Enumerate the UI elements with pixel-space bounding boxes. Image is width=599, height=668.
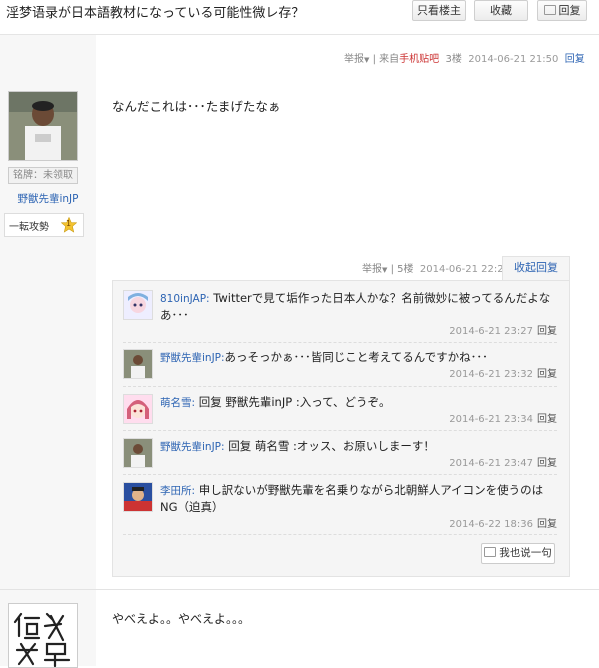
post-content: やべえよ。。やべえよ。。。 [112,612,251,626]
comment-reply-link[interactable]: 回复 [537,458,557,469]
nameplate-badge[interactable]: 铭牌：未领取 [8,167,78,184]
comment-text: 回复 野獣先輩inJP :入って、どうぞ。 [198,395,391,409]
comment-date: 2014-6-21 23:27 [449,326,533,337]
reply-button[interactable]: 回复 [537,0,587,21]
level-title: 一転攻勢 [9,222,49,233]
comment-text: あっそっかぁ･･･皆同じこと考えてるんですかね･･･ [224,350,488,364]
list-item: 萌名雪: 回复 野獣先輩inJP :入って、どうぞ。 2014-6-21 23:… [123,394,557,426]
post-meta: 举报▼ | 来自手机贴吧 3楼 2014-06-21 21:50 回复 [344,50,585,65]
comment-text: Twitterで見て垢作った日本人かな？名前微妙に被ってるんだよなあ･･･ [160,291,551,322]
comment-user-link[interactable]: 李田所: [160,485,195,497]
list-item: 野獣先輩inJP:あっそっかぁ･･･皆同じこと考えてるんですかね･･･ 2014… [123,349,557,381]
comment-user-link[interactable]: 野獣先輩inJP: [160,352,225,364]
floor-separator: | [390,264,394,275]
collapse-replies-tab[interactable]: 收起回复 [502,256,570,281]
source-link[interactable]: 手机贴吧 [399,54,439,65]
comment-avatar[interactable] [123,349,153,379]
comment-user-link[interactable]: 野獣先輩inJP: [160,441,225,453]
page-header: 淫梦语录が日本語教材になっている可能性微レ存？ 只看楼主 收藏 回复 [0,0,599,35]
comment-date: 2014-6-21 23:32 [449,369,533,380]
comment-avatar[interactable] [123,394,153,424]
list-item: 810inJAP: Twitterで見て垢作った日本人かな？名前微妙に被ってるん… [123,290,557,338]
post-reply-link[interactable]: 回复 [565,54,585,65]
list-item: 李田所: 申し訳ないが野獣先輩を名乗りながら北朝鮮人アイコンを使うのはNG（迫真… [123,482,557,530]
comment-text: 回复 萌名雪 :オッス、お原いしまーす！ [228,439,435,453]
favorite-button[interactable]: 收藏 [474,0,528,21]
post-meta: 举报▼ | 5楼 2014-06-21 22:22 [362,260,510,275]
page-title: 淫梦语录が日本語教材になっている可能性微レ存？ [6,6,305,21]
avatar[interactable] [8,603,78,668]
username-link[interactable]: 野獣先輩inJP [17,193,78,205]
comment-date: 2014-6-21 23:47 [449,458,533,469]
add-comment-label: 我也说一句 [499,547,552,559]
comment-date: 2014-6-22 18:36 [449,519,533,530]
report-link[interactable]: 举报▼ [362,264,387,275]
speech-bubble-icon [484,547,497,557]
comment-reply-link[interactable]: 回复 [537,369,557,380]
add-comment-button[interactable]: 我也说一句 [481,543,555,564]
divider [123,430,557,431]
collapse-replies-link[interactable]: 收起回复 [514,261,558,274]
level-number: 1 [66,219,72,228]
post-date: 2014-06-21 22:22 [419,264,510,275]
level-badge[interactable]: 一転攻勢 1 [4,213,84,237]
comment-user-link[interactable]: 810inJAP: [160,293,210,305]
only-host-button[interactable]: 只看楼主 [412,0,466,21]
avatar[interactable] [8,91,78,161]
post-content: なんだこれは･･･たまげたなぁ [112,99,281,114]
divider [0,589,599,590]
comment-avatar[interactable] [123,290,153,320]
comment-reply-link[interactable]: 回复 [537,519,557,530]
floor-number: 3楼 [445,54,462,65]
divider [123,342,557,343]
speech-bubble-icon [543,5,556,15]
caret-down-icon: ▼ [382,266,388,274]
comment-reply-link[interactable]: 回复 [537,414,557,425]
comment-text: 申し訳ないが野獣先輩を名乗りながら北朝鮮人アイコンを使うのはNG（迫真） [160,483,544,514]
divider [123,386,557,387]
floor-number: 5楼 [397,264,414,275]
divider [123,474,557,475]
comment-user-link[interactable]: 萌名雪: [160,397,195,409]
comment-avatar[interactable] [123,438,153,468]
comment-reply-link[interactable]: 回复 [537,326,557,337]
comment-avatar[interactable] [123,482,153,512]
source-prefix: | 来自 [372,54,400,65]
comment-date: 2014-6-21 23:34 [449,414,533,425]
comment-list: 810inJAP: Twitterで見て垢作った日本人かな？名前微妙に被ってるん… [112,280,570,577]
caret-down-icon: ▼ [364,56,370,64]
reply-button-label: 回复 [558,4,581,17]
post-date: 2014-06-21 21:50 [468,54,559,65]
divider [123,534,557,535]
list-item: 野獣先輩inJP: 回复 萌名雪 :オッス、お原いしまーす！ 2014-6-21… [123,438,557,470]
report-link[interactable]: 举报▼ [344,54,369,65]
